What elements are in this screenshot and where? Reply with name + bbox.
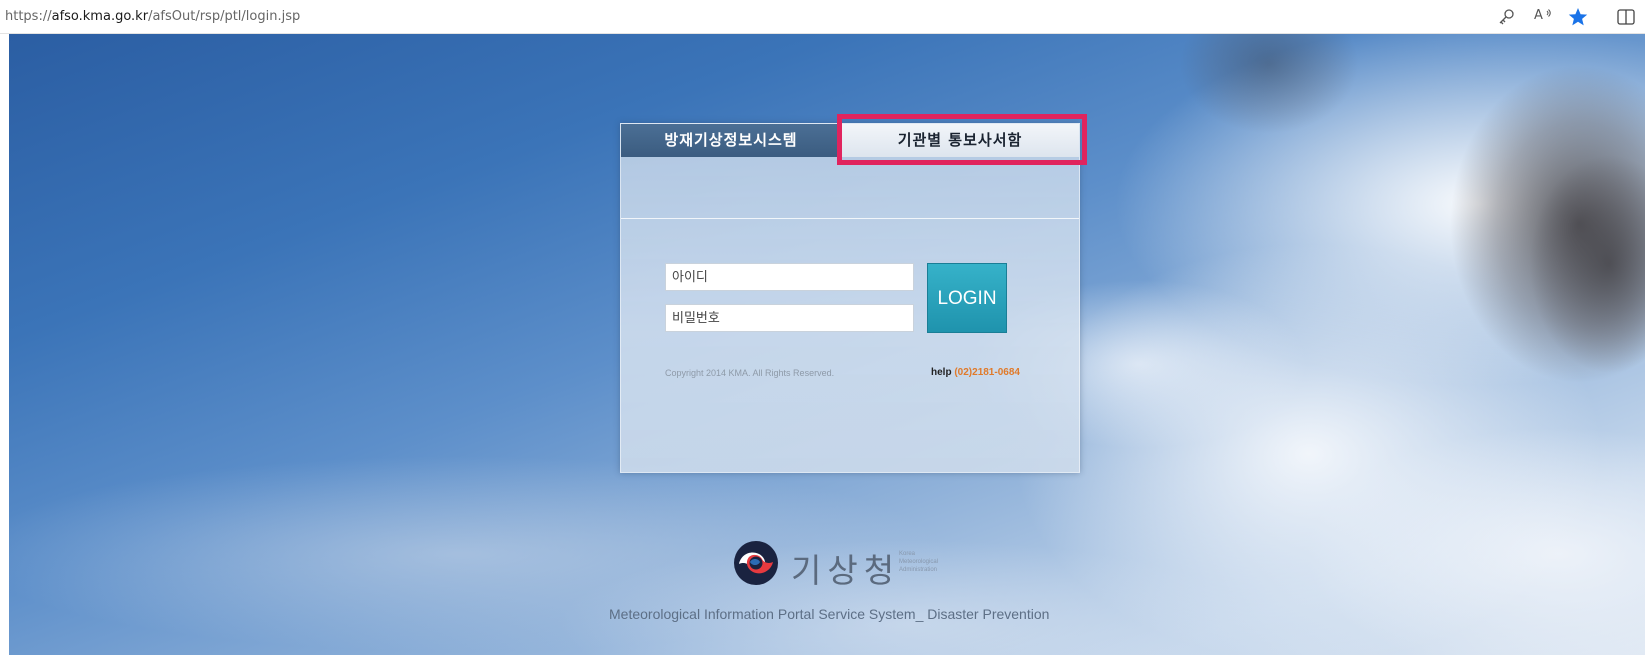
login-panel: 방재기상정보시스템 기관별 통보사서함 LOGIN Copyright 2014… (620, 123, 1080, 473)
dark-cloud (1179, 34, 1359, 134)
login-button[interactable]: LOGIN (927, 263, 1007, 333)
browser-address-bar: https://afso.kma.go.kr/afsOut/rsp/ptl/lo… (0, 0, 1645, 34)
kma-emblem-icon (734, 541, 778, 585)
help-phone: (02)2181-0684 (954, 367, 1020, 378)
help-label: help (931, 367, 952, 378)
footer-system-title: Meteorological Information Portal Servic… (609, 606, 1050, 622)
kma-english-name: Korea Meteorological Administration (899, 550, 938, 574)
id-input[interactable] (665, 263, 914, 291)
panel-divider (621, 218, 1079, 219)
url-host: afso.kma.go.kr (51, 9, 149, 24)
kma-english-line: Korea (899, 551, 916, 557)
url-path: /afsOut/rsp/ptl/login.jsp (148, 9, 301, 24)
url-text[interactable]: https://afso.kma.go.kr/afsOut/rsp/ptl/lo… (5, 9, 300, 24)
copyright-text: Copyright 2014 KMA. All Rights Reserved. (665, 368, 835, 378)
key-icon[interactable] (1496, 6, 1518, 28)
tab-highlight-box (837, 114, 1087, 165)
help-contact: help (02)2181-0684 (931, 367, 1020, 378)
kma-korean-name: 기상청 (791, 551, 901, 590)
kma-english-line: Meteorological (899, 559, 939, 565)
kma-logo: 기상청 Korea Meteorological Administration (733, 540, 963, 590)
url-scheme: https:// (5, 9, 52, 24)
split-screen-icon[interactable] (1615, 6, 1637, 28)
kma-english-line: Administration (899, 567, 938, 573)
read-aloud-icon[interactable]: A (1532, 6, 1554, 28)
favorite-star-icon[interactable] (1567, 6, 1589, 28)
tab-disaster-weather-system[interactable]: 방재기상정보시스템 (621, 124, 841, 157)
password-input[interactable] (665, 304, 914, 332)
